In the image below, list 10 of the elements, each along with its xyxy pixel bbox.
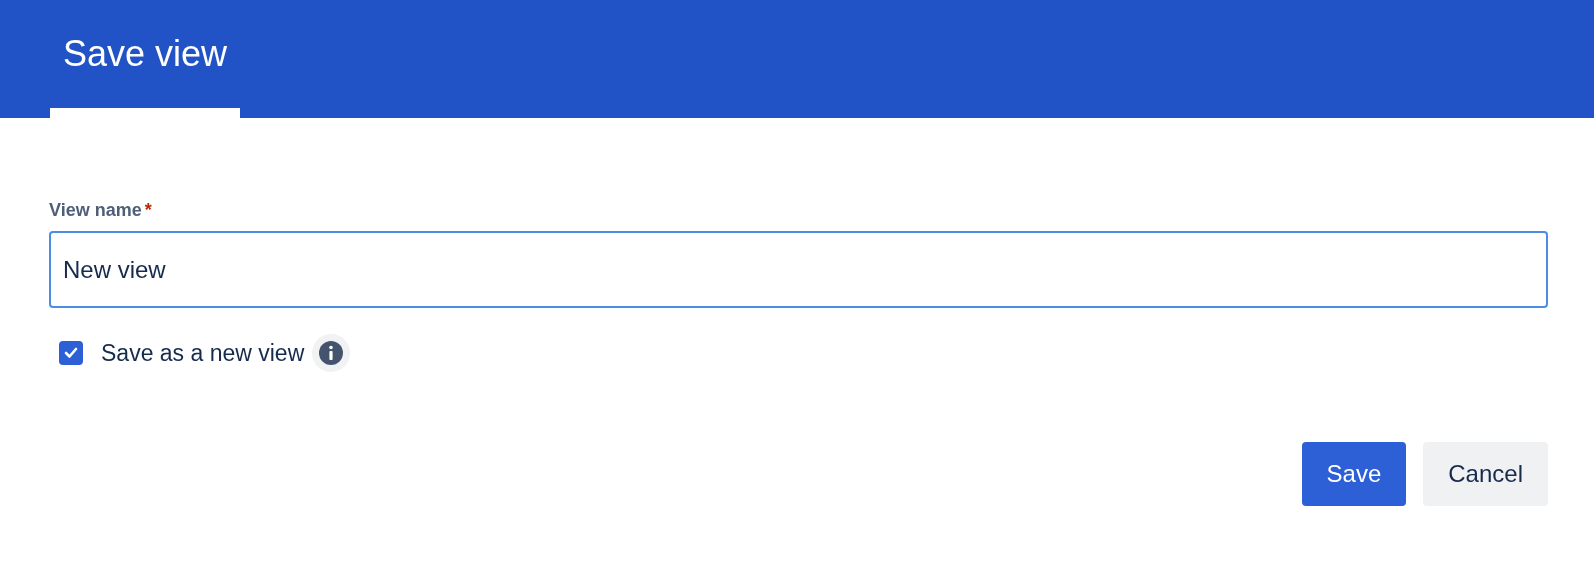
dialog-tab[interactable]: Save view [50, 0, 241, 118]
checkbox-label: Save as a new view [101, 339, 305, 367]
save-button[interactable]: Save [1301, 442, 1407, 506]
cancel-button[interactable]: Cancel [1423, 442, 1548, 506]
check-icon [64, 347, 78, 359]
view-name-input[interactable]: New view [49, 231, 1548, 308]
field-label: View name [49, 200, 142, 221]
checkbox[interactable] [59, 341, 83, 365]
required-mark: * [144, 200, 152, 221]
info-icon[interactable] [312, 334, 351, 372]
